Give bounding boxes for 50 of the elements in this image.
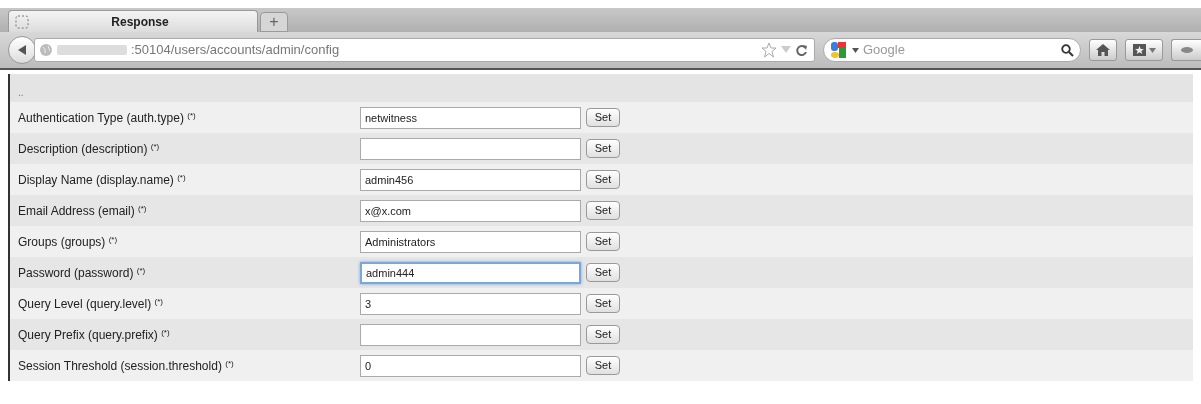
home-icon xyxy=(1096,44,1110,56)
text-field[interactable] xyxy=(360,137,581,160)
text-field[interactable]: netwitness xyxy=(360,106,581,129)
url-text: :50104/users/accounts/admin/config xyxy=(131,41,340,60)
set-button[interactable]: Set xyxy=(586,170,620,189)
text-field[interactable]: 3 xyxy=(360,292,581,315)
set-button[interactable]: Set xyxy=(586,139,620,158)
address-bar[interactable]: :50104/users/accounts/admin/config xyxy=(34,38,815,62)
reload-icon[interactable] xyxy=(795,43,808,57)
set-button[interactable]: Set xyxy=(586,325,620,344)
set-button[interactable]: Set xyxy=(586,201,620,220)
text-field[interactable] xyxy=(360,323,581,346)
blank-page-icon xyxy=(15,14,29,29)
field-label: Authentication Type (auth.type) $^{(*)}$ xyxy=(18,109,197,127)
header-text: .. xyxy=(18,88,24,98)
set-button[interactable]: Set xyxy=(586,108,620,127)
star-icon[interactable] xyxy=(761,42,777,58)
bookmark-star-icon xyxy=(1132,44,1146,56)
field-label: Session Threshold (session.threshold) $^{(*)}$ xyxy=(18,357,235,375)
globe-icon xyxy=(39,43,53,57)
text-field[interactable]: Administrators xyxy=(360,230,581,253)
field-label: Groups (groups) $^{(*)}$ xyxy=(18,233,119,251)
google-logo-icon xyxy=(830,41,848,59)
blurred-host xyxy=(57,45,127,55)
field-label: Query Level (query.level) $^{(*)}$ xyxy=(18,295,164,313)
set-button[interactable]: Set xyxy=(586,263,620,282)
set-button[interactable]: Set xyxy=(586,232,620,251)
field-label: Query Prefix (query.prefix) $^{(*)}$ xyxy=(18,326,171,344)
text-field[interactable]: 0 xyxy=(360,354,581,377)
search-icon[interactable] xyxy=(1061,43,1074,57)
set-button[interactable]: Set xyxy=(586,356,620,375)
text-field[interactable]: admin444 xyxy=(360,261,581,284)
home-button[interactable] xyxy=(1089,39,1117,61)
extension-button[interactable] xyxy=(1171,39,1201,61)
dropdown-icon[interactable] xyxy=(852,47,859,53)
bookmarks-button[interactable] xyxy=(1125,39,1163,61)
field-label: Email Address (email) $^{(*)}$ xyxy=(18,202,148,220)
new-tab-button[interactable]: + xyxy=(260,12,288,32)
back-arrow-icon xyxy=(16,44,28,56)
text-field[interactable]: x@x.com xyxy=(360,199,581,222)
back-button[interactable] xyxy=(8,36,36,64)
field-label: Password (password) $^{(*)}$ xyxy=(18,264,147,282)
field-label: Description (description) $^{(*)}$ xyxy=(18,140,161,158)
browser-tab[interactable]: Response xyxy=(8,10,258,32)
search-placeholder: Google xyxy=(863,41,906,60)
caret-icon xyxy=(1148,47,1156,53)
field-label: Display Name (display.name) $^{(*)}$ xyxy=(18,171,187,189)
text-field[interactable]: admin456 xyxy=(360,168,581,191)
set-button[interactable]: Set xyxy=(586,294,620,313)
extension-icon xyxy=(1179,45,1194,55)
